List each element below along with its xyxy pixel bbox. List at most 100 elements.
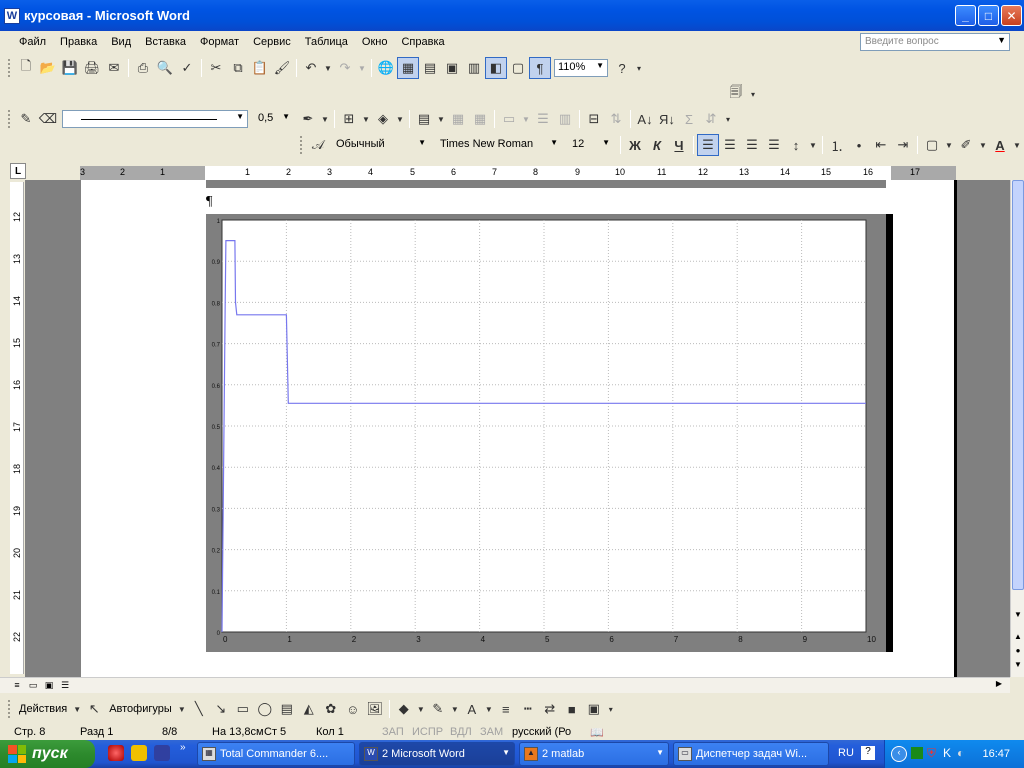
help-question-input[interactable]: Введите вопрос ▼ bbox=[860, 33, 1010, 51]
start-button[interactable]: пуск bbox=[0, 740, 95, 768]
previous-page-icon[interactable]: ▲ bbox=[1012, 632, 1024, 644]
taskbar-item-total-commander[interactable]: ▦ Total Commander 6.... bbox=[197, 742, 355, 766]
border-color-dropdown-icon[interactable]: ▼ bbox=[319, 108, 331, 130]
shading-dropdown-icon[interactable]: ▼ bbox=[394, 108, 406, 130]
maximize-button[interactable]: □ bbox=[978, 5, 999, 26]
3d-style-icon[interactable]: ▣ bbox=[583, 698, 605, 720]
font-color-dropdown-icon[interactable]: ▼ bbox=[1011, 134, 1023, 156]
help-dropdown-icon[interactable]: ▼ bbox=[997, 35, 1006, 45]
insert-picture-icon[interactable]: 🖼 bbox=[364, 698, 386, 720]
align-center-icon[interactable]: ☰ bbox=[719, 134, 741, 156]
line-spacing-icon[interactable]: ↕ bbox=[785, 134, 807, 156]
underline-button[interactable]: Ч bbox=[668, 134, 690, 156]
quicklaunch-more-icon[interactable]: » bbox=[180, 742, 186, 753]
tray-misc-icon[interactable]: ◐ bbox=[957, 746, 964, 760]
horizontal-ruler[interactable]: 3 2 1 1 2 3 4 5 6 7 8 9 10 11 12 13 14 1… bbox=[80, 166, 956, 180]
menu-help[interactable]: Справка bbox=[394, 36, 451, 48]
document-area[interactable]: ¶ 0 1 2 3 4 5 6 7 8 9 10 0 0.1 0.2 0.3 0.4 0.5 0.6 0.7 0.8 0… bbox=[25, 180, 1010, 677]
justify-icon[interactable]: ☰ bbox=[763, 134, 785, 156]
font-color-draw-dropdown-icon[interactable]: ▼ bbox=[483, 698, 495, 720]
close-button[interactable]: ✕ bbox=[1001, 5, 1022, 26]
help-tray-icon[interactable]: ? bbox=[861, 746, 875, 760]
line-width-dropdown-icon[interactable]: ▼ bbox=[282, 112, 290, 121]
menu-format[interactable]: Формат bbox=[193, 36, 246, 48]
hyperlink-icon[interactable]: 🌐 bbox=[375, 57, 397, 79]
line-style-icon[interactable]: ≡ bbox=[495, 698, 517, 720]
menu-insert[interactable]: Вставка bbox=[138, 36, 193, 48]
toolbar-grip[interactable] bbox=[8, 59, 11, 77]
sort-ascending-icon[interactable]: A↓ bbox=[634, 108, 656, 130]
distribute-rows-icon[interactable]: ☰ bbox=[532, 108, 554, 130]
title-bar[interactable]: W курсовая - Microsoft Word _ □ ✕ bbox=[0, 0, 1024, 31]
status-record-macro[interactable]: ЗАП bbox=[382, 726, 404, 738]
status-extend[interactable]: ВДЛ bbox=[450, 726, 472, 738]
zoom-select[interactable]: 110% ▼ bbox=[554, 59, 608, 77]
cut-icon[interactable]: ✂ bbox=[205, 57, 227, 79]
open-icon[interactable]: 📂 bbox=[37, 57, 59, 79]
show-hide-pilcrow-icon[interactable]: ¶ bbox=[529, 57, 551, 79]
style-select[interactable]: Обычный ▼ bbox=[332, 136, 430, 154]
tab-selector[interactable]: L bbox=[10, 163, 26, 179]
security-shield-icon[interactable]: ⛨ bbox=[927, 746, 936, 761]
document-map-icon[interactable]: ▢ bbox=[507, 57, 529, 79]
borders-icon[interactable]: ⊞ bbox=[338, 108, 360, 130]
insert-table-menu-icon[interactable]: ▤ bbox=[413, 108, 435, 130]
shadow-style-icon[interactable]: ■ bbox=[561, 698, 583, 720]
quicklaunch-browser-icon[interactable] bbox=[108, 745, 124, 761]
align-cell-dropdown-icon[interactable]: ▼ bbox=[520, 108, 532, 130]
tray-app-icon[interactable] bbox=[911, 747, 923, 759]
horizontal-scrollbar[interactable]: ≡ ▭ ▣ ☰ ▶ bbox=[0, 677, 1010, 693]
oval-tool-icon[interactable]: ◯ bbox=[254, 698, 276, 720]
line-style-dropdown-icon[interactable]: ▼ bbox=[236, 112, 244, 121]
zoom-dropdown-icon[interactable]: ▼ bbox=[596, 61, 604, 70]
scroll-right-icon[interactable]: ▶ bbox=[992, 679, 1006, 693]
minimize-button[interactable]: _ bbox=[955, 5, 976, 26]
taskbar-item-task-manager[interactable]: ▭ Диспетчер задач Wi... bbox=[673, 742, 829, 766]
horizontal-scroll-track[interactable] bbox=[80, 679, 995, 693]
diagram-icon[interactable]: ✿ bbox=[320, 698, 342, 720]
eraser-icon[interactable]: ⌫ bbox=[37, 108, 59, 130]
matlab-figure-image[interactable]: 0 1 2 3 4 5 6 7 8 9 10 0 0.1 0.2 0.3 0.4 0.5 0.6 0.7 0.8 0.9… bbox=[206, 214, 893, 652]
draw-table-pencil-icon[interactable]: ✎ bbox=[15, 108, 37, 130]
dash-style-icon[interactable]: ┅ bbox=[517, 698, 539, 720]
autosum-icon[interactable]: Σ bbox=[678, 108, 700, 130]
shading-color-icon[interactable]: ◈ bbox=[372, 108, 394, 130]
align-right-icon[interactable]: ☰ bbox=[741, 134, 763, 156]
save-icon[interactable]: 💾 bbox=[59, 57, 81, 79]
email-icon[interactable]: ✉ bbox=[103, 57, 125, 79]
language-indicator[interactable]: RU bbox=[838, 747, 854, 759]
font-size-select[interactable]: 12 ▼ bbox=[568, 136, 614, 154]
print-icon[interactable]: ⎙ bbox=[132, 57, 154, 79]
italic-button[interactable]: К bbox=[646, 134, 668, 156]
extra-toolbar-options-icon[interactable]: ▾ bbox=[747, 83, 759, 105]
drawing-toolbar-options-icon[interactable]: ▾ bbox=[605, 698, 617, 720]
styles-pane-icon[interactable]: 𝒜 bbox=[307, 134, 329, 156]
permission-icon[interactable]: 🖨 bbox=[81, 57, 103, 79]
autoshapes-dropdown-icon[interactable]: ▼ bbox=[176, 698, 188, 720]
print-preview-icon[interactable]: 🔍 bbox=[154, 57, 176, 79]
border-color-icon[interactable]: ✒ bbox=[297, 108, 319, 130]
word-app-icon[interactable]: W bbox=[4, 7, 20, 24]
line-spacing-dropdown-icon[interactable]: ▼ bbox=[807, 134, 819, 156]
menu-edit[interactable]: Правка bbox=[53, 36, 104, 48]
spelling-icon[interactable]: ✓ bbox=[176, 57, 198, 79]
textbox-tool-icon[interactable]: ▤ bbox=[276, 698, 298, 720]
clipart-icon[interactable]: ☺ bbox=[342, 698, 364, 720]
fill-color-icon[interactable]: ◆ bbox=[393, 698, 415, 720]
select-objects-icon[interactable]: ↖ bbox=[83, 698, 105, 720]
vertical-scroll-thumb[interactable] bbox=[1012, 180, 1024, 590]
text-direction-alt-icon[interactable]: ⇵ bbox=[700, 108, 722, 130]
font-size-dropdown-icon[interactable]: ▼ bbox=[602, 138, 610, 147]
tables-toolbar-options-icon[interactable]: ▾ bbox=[722, 108, 734, 130]
menu-table[interactable]: Таблица bbox=[298, 36, 355, 48]
quicklaunch-save-icon[interactable] bbox=[154, 745, 170, 761]
toolbar-grip[interactable] bbox=[300, 136, 303, 154]
quicklaunch-lightning-icon[interactable] bbox=[131, 745, 147, 761]
rectangle-tool-icon[interactable]: ▭ bbox=[232, 698, 254, 720]
align-left-icon[interactable]: ☰ bbox=[697, 134, 719, 156]
print-layout-view-icon[interactable]: ▣ bbox=[42, 680, 56, 692]
outside-border-icon[interactable]: ▢ bbox=[921, 134, 943, 156]
font-color-icon[interactable]: A bbox=[989, 134, 1011, 156]
fill-color-dropdown-icon[interactable]: ▼ bbox=[415, 698, 427, 720]
font-dropdown-icon[interactable]: ▼ bbox=[550, 138, 558, 147]
